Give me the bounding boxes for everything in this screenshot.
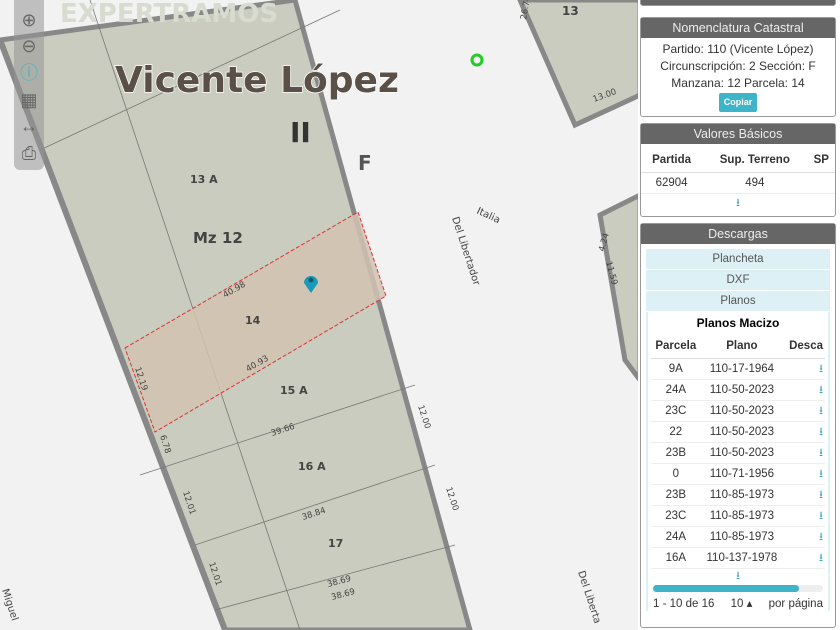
table-row: 23C 110-85-1973 ⭳ [651,505,825,527]
table-row: 24A 110-50-2023 ⭳ [651,379,825,401]
col-header: Plano [700,334,784,359]
partido: Partido: 110 (Vicente López) [662,42,814,56]
per-page-value: 10 [730,597,744,610]
download-all-icon[interactable]: ⭳ [651,569,825,584]
planos-macizo-title: Planos Macizo [648,312,828,334]
table-row: 23B 110-85-1973 ⭳ [651,484,825,506]
col-header: Sup. Terreno [702,148,808,173]
table-row: 16A 110-137-1978 ⭳ [651,547,825,569]
parcela-cell: 16A [651,547,701,569]
accordion-planos[interactable]: Planos [646,291,830,312]
plano-cell: 110-50-2023 [700,421,784,443]
parcel-label: 17 [328,537,343,550]
parcel-label: 14 [245,314,261,327]
plano-cell: 110-71-1956 [700,463,784,485]
download-icon[interactable]: ⭳ [783,526,825,548]
parcela-cell: 23B [651,484,701,506]
plano-cell: 110-85-1973 [700,526,784,548]
parcela-cell: 24A [651,526,701,548]
panel-title: Descargas [641,224,835,244]
plano-cell: 110-17-1964 [700,358,784,380]
manzana-label: Mz 12 [193,229,243,247]
measure-area-icon[interactable]: ▦ [17,88,41,112]
parcela-cell: 9A [651,358,701,380]
horizontal-scrollbar[interactable] [653,584,823,592]
col-header: Parcela [651,334,701,359]
locality-label: Vicente López [115,60,399,101]
plano-cell: 110-85-1973 [700,505,784,527]
parcela-cell: 0 [651,463,701,485]
circ-label: II [290,116,311,149]
map-toolbar: ⊕ ⊖ ⓘ ▦ ↔ ⎙ [14,0,44,170]
panel-title: Valores Básicos [641,124,835,144]
plano-cell: 110-50-2023 [700,379,784,401]
download-icon[interactable]: ⭳ [783,505,825,527]
parcela-cell: 22 [651,421,701,443]
download-icon[interactable]: ⭳ [783,379,825,401]
table-row: 23C 110-50-2023 ⭳ [651,400,825,422]
partida-value: 62904 [641,172,703,194]
circunscripcion: Circunscripción: 2 Sección: F [660,59,816,73]
per-page-label: por página [768,597,823,610]
accordion-dxf[interactable]: DXF [646,270,830,291]
col-header: Partida [641,148,703,173]
planos-table: Parcela Plano Desca 9A 110-17-1964 ⭳ 24A 110… [651,334,825,569]
measure-distance-icon[interactable]: ↔ [17,114,41,138]
zoom-out-icon[interactable]: ⊖ [17,34,41,58]
parcela-cell: 23C [651,400,701,422]
parcel-label: 16 A [298,460,326,473]
download-icon[interactable]: ⭳ [783,463,825,485]
panel-title: Nomenclatura Catastral [641,18,835,38]
block-label: 13 [562,4,579,18]
table-row: 23B 110-50-2023 ⭳ [651,442,825,464]
parcela-cell: 24A [651,379,701,401]
section-label: F [358,151,372,175]
info-icon[interactable]: ⓘ [17,60,41,84]
copy-button[interactable]: Copiar [718,93,758,112]
watermark: EXPERTRAMOS [60,0,278,29]
plano-cell: 110-50-2023 [700,400,784,422]
download-icon[interactable]: ⭳ [783,358,825,380]
sp-value [807,172,835,194]
download-icon[interactable]: ⭳ [783,400,825,422]
nomenclatura-panel: Nomenclatura Catastral Partido: 110 (Vic… [640,17,836,117]
manzana-parcela: Manzana: 12 Parcela: 14 [671,76,805,90]
download-icon[interactable]: ⭳ [783,442,825,464]
plano-cell: 110-137-1978 [700,547,784,569]
download-icon[interactable]: ⭳ [783,484,825,506]
download-icon[interactable]: ⭳ [783,547,825,569]
parcela-cell: 23C [651,505,701,527]
plano-cell: 110-50-2023 [700,442,784,464]
superficie-value: 494 [702,172,808,194]
plano-cell: 110-85-1973 [700,484,784,506]
col-header: Desca [783,334,825,359]
parcela-cell: 23B [651,442,701,464]
per-page-select[interactable]: 10 ▴ [731,597,753,611]
zoom-in-icon[interactable]: ⊕ [17,8,41,32]
table-row: 0 110-71-1956 ⭳ [651,463,825,485]
print-icon[interactable]: ⎙ [17,141,41,165]
accordion-plancheta[interactable]: Plancheta [646,249,830,270]
info-sidebar: Nomenclatura Catastral Partido: 110 (Vic… [638,0,840,630]
valores-panel: Valores Básicos Partida Sup. Terreno SP … [640,123,836,217]
download-icon[interactable]: ⭳ [783,421,825,443]
parcel-label: 13 A [190,173,218,186]
table-row: 24A 110-85-1973 ⭳ [651,526,825,548]
collapsed-panel [640,0,836,6]
table-row: 22 110-50-2023 ⭳ [651,421,825,443]
download-icon[interactable]: ⭳ [641,194,835,213]
pager-range: 1 - 10 de 16 [653,597,715,610]
descargas-panel: Descargas Plancheta DXF Planos Planos Ma… [640,223,836,628]
col-header: SP [807,148,835,173]
table-row: 9A 110-17-1964 ⭳ [651,358,825,380]
parcel-label: 15 A [280,384,308,397]
